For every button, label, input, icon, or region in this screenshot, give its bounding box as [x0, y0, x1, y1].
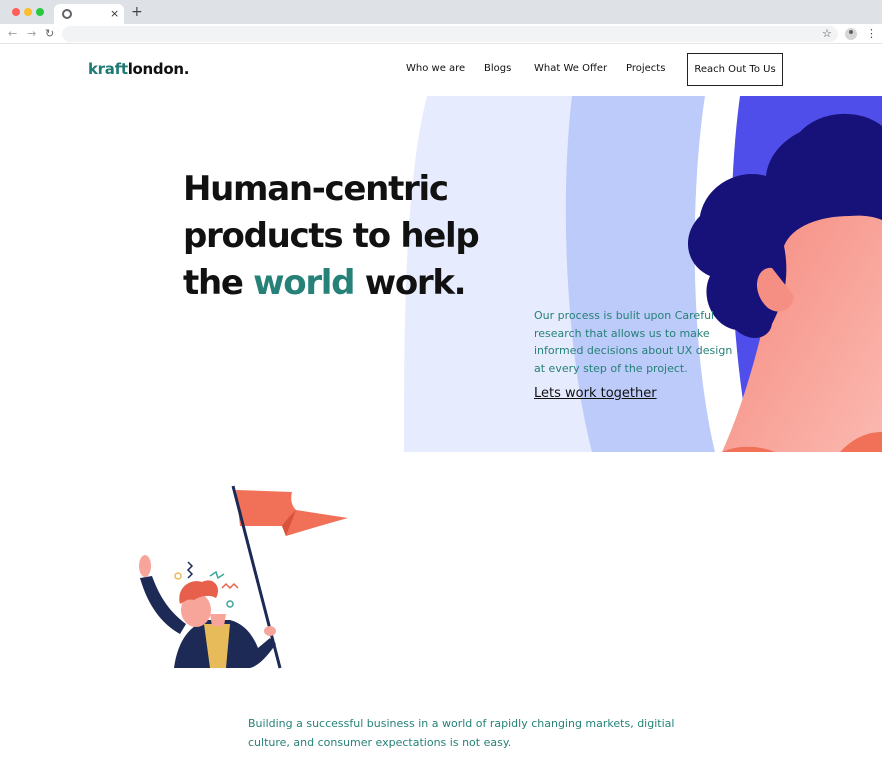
intro-paragraph: Building a successful business in a worl…: [248, 717, 675, 749]
nav-link-what-we-offer[interactable]: What We Offer: [534, 63, 607, 74]
browser-toolbar: ← → ↻ ☆ ⋮: [0, 24, 882, 44]
hero-title-line-3-post: work.: [354, 263, 467, 303]
close-window-button[interactable]: [12, 8, 20, 16]
hero-description: Our process is bulit upon Careful resear…: [534, 309, 733, 375]
flag-shape: [236, 490, 348, 536]
confetti-ring-1: [174, 572, 182, 580]
hand-on-pole: [264, 626, 276, 636]
new-tab-button[interactable]: +: [131, 4, 143, 20]
confetti-zigzag-1: [186, 561, 194, 579]
lets-work-together-link[interactable]: Lets work together: [534, 386, 657, 401]
logo-part-brand: kraft: [88, 60, 128, 78]
person-waving-flag-illustration: [139, 485, 348, 669]
nav-link-who-we-are[interactable]: Who we are: [406, 63, 465, 74]
back-arrow-icon[interactable]: ←: [8, 26, 17, 42]
address-bar[interactable]: [62, 26, 838, 42]
hero-title-line-1: Human-centric: [183, 169, 449, 209]
hero-title-line-3: the world work.: [183, 260, 503, 307]
browser-tab[interactable]: ×: [54, 4, 124, 24]
raised-arm-shape: [140, 576, 186, 634]
nav-link-projects[interactable]: Projects: [626, 63, 665, 74]
site-logo[interactable]: kraftlondon.: [88, 60, 189, 78]
reload-icon[interactable]: ↻: [45, 26, 54, 42]
menu-icon[interactable]: ⋮: [866, 26, 877, 42]
chrome-icon: [62, 9, 72, 19]
account-icon[interactable]: [845, 28, 857, 40]
reach-out-button[interactable]: Reach Out To Us: [687, 53, 783, 86]
confetti-ring-2: [226, 600, 234, 608]
hero-title-accent-word: world: [253, 263, 355, 303]
hero-title-line-3-pre: the: [183, 263, 254, 303]
maximize-window-button[interactable]: [36, 8, 44, 16]
raised-hand: [139, 555, 151, 577]
hero-title: Human-centric products to help the world…: [183, 166, 503, 307]
confetti-zigzag-3: [221, 582, 239, 590]
forward-arrow-icon[interactable]: →: [27, 26, 36, 42]
hero-title-line-2: products to help: [183, 216, 480, 256]
close-icon[interactable]: ×: [110, 7, 119, 21]
bookmark-star-icon[interactable]: ☆: [822, 26, 832, 42]
minimize-window-button[interactable]: [24, 8, 32, 16]
nav-link-blogs[interactable]: Blogs: [484, 63, 511, 74]
logo-part-city: london.: [127, 60, 190, 78]
browser-tab-bar: × +: [0, 0, 882, 24]
confetti-zigzag-2: [209, 570, 225, 580]
neck-shape: [210, 614, 226, 626]
